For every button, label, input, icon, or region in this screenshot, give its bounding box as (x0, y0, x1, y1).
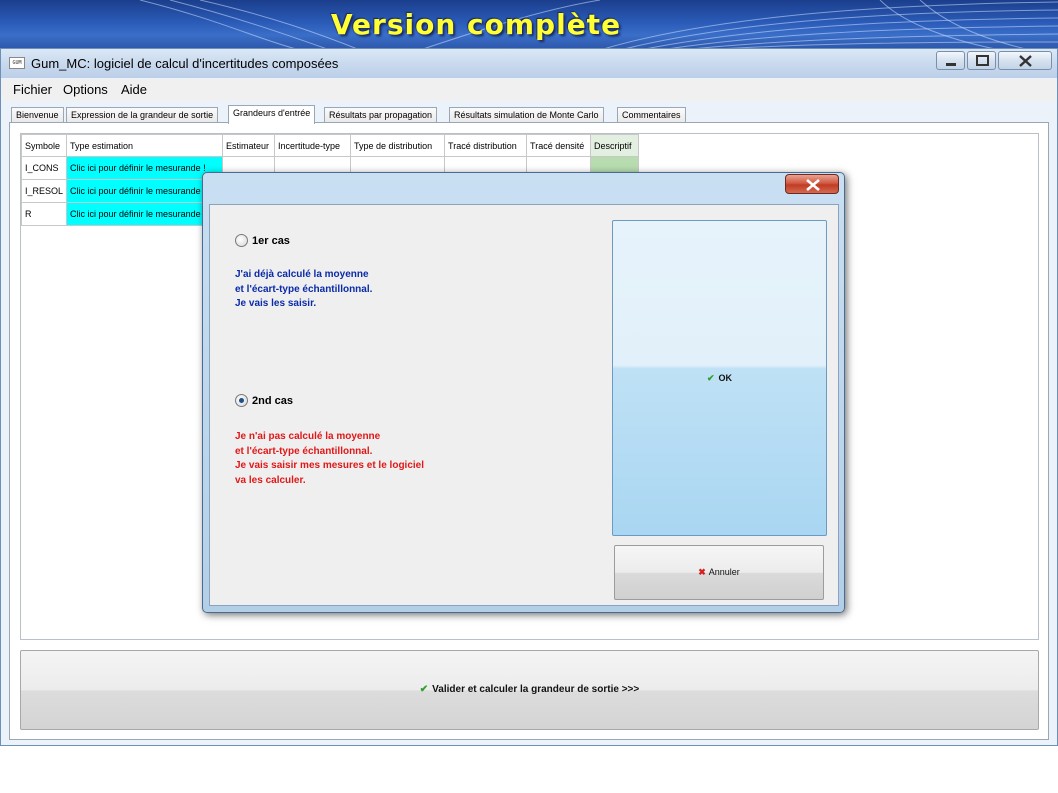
estimation-cell[interactable]: Clic ici pour définir le mesurande ! (66, 202, 224, 226)
tab-expression[interactable]: Expression de la grandeur de sortie (66, 107, 219, 123)
menu-aide[interactable]: Aide (121, 82, 147, 97)
ok-button[interactable]: ✔ OK (612, 220, 827, 536)
window-title: Gum_MC: logiciel de calcul d'incertitude… (31, 56, 339, 71)
option1-line: et l'écart-type échantillonnal. (235, 283, 373, 295)
close-icon (806, 179, 820, 191)
column-header[interactable]: Symbole (20, 134, 68, 157)
minimize-icon (946, 63, 956, 66)
tab-commentaires[interactable]: Commentaires (617, 107, 686, 123)
estimation-cell[interactable]: Clic ici pour définir le mesurande ! (66, 156, 224, 180)
option2-label[interactable]: 2nd cas (252, 395, 293, 407)
option1-line: Je vais les saisir. (235, 298, 317, 309)
option2-line: et l'écart-type échantillonnal. (235, 445, 373, 457)
option1-label[interactable]: 1er cas (252, 235, 290, 247)
column-header[interactable]: Type estimation (66, 134, 224, 157)
column-header[interactable]: Type de distribution (350, 134, 446, 157)
radio-2nd-cas[interactable] (235, 394, 248, 407)
option2-line: Je vais saisir mes mesures et le logicie… (235, 460, 425, 471)
option2-description: Je n'ai pas calculé la moyenne et l'écar… (235, 430, 424, 488)
symbol-cell[interactable]: I_CONS (20, 156, 68, 180)
cancel-button[interactable]: ✖ Annuler (614, 545, 824, 600)
minimize-button[interactable] (936, 51, 965, 70)
window-titlebar[interactable]: GUM Gum_MC: logiciel de calcul d'incerti… (1, 49, 1057, 78)
column-header[interactable]: Tracé densité (526, 134, 592, 157)
column-header[interactable]: Descriptif (590, 134, 640, 157)
tab-grandeurs-entree[interactable]: Grandeurs d'entrée (228, 105, 316, 124)
close-button[interactable] (998, 51, 1052, 70)
option1-description: J'ai déjà calculé la moyenne et l'écart-… (235, 268, 372, 312)
validate-calculate-button[interactable]: ✔ Valider et calculer la grandeur de sort… (20, 650, 1039, 730)
option2-line: Je n'ai pas calculé la moyenne (235, 431, 381, 442)
checkmark-icon: ✔ (706, 373, 715, 383)
table-header-row: Symbole Type estimation Estimateur Incer… (20, 134, 640, 157)
column-header[interactable]: Tracé distribution (444, 134, 528, 157)
tab-bienvenue[interactable]: Bienvenue (11, 107, 64, 123)
column-header[interactable]: Estimateur (222, 134, 276, 157)
radio-1er-cas[interactable] (235, 234, 248, 247)
app-icon: GUM (9, 57, 25, 69)
symbol-cell[interactable]: I_RESOL (20, 179, 68, 203)
maximize-button[interactable] (967, 51, 996, 70)
close-icon (1019, 55, 1032, 67)
tab-monte-carlo[interactable]: Résultats simulation de Monte Carlo (449, 107, 604, 123)
menu-options[interactable]: Options (63, 82, 108, 97)
dialog-close-button[interactable] (785, 174, 839, 194)
symbol-cell[interactable]: R (20, 202, 68, 226)
dialog-body: 1er cas J'ai déjà calculé la moyenne et … (209, 204, 839, 606)
option1-line: J'ai déjà calculé la moyenne (235, 269, 369, 280)
cancel-x-icon: ✖ (698, 567, 706, 577)
maximize-icon (976, 55, 989, 66)
option2-line: va les calculer. (235, 474, 306, 486)
banner-title: Version complète (330, 8, 622, 41)
ok-button-label: OK (718, 373, 733, 383)
presentation-banner: Version complète (0, 0, 1058, 50)
tab-resultats-propagation[interactable]: Résultats par propagation (324, 107, 438, 123)
menu-bar: Fichier Options Aide (2, 79, 1056, 101)
estimation-type-dialog: 1er cas J'ai déjà calculé la moyenne et … (202, 172, 845, 613)
cancel-button-label: Annuler (708, 567, 740, 577)
checkmark-icon: ✔ (419, 684, 429, 695)
menu-fichier[interactable]: Fichier (13, 82, 52, 97)
column-header[interactable]: Incertitude-type (274, 134, 352, 157)
validate-button-label: Valider et calculer la grandeur de sorti… (432, 684, 640, 695)
estimation-cell[interactable]: Clic ici pour définir le mesurande ! (66, 179, 224, 203)
